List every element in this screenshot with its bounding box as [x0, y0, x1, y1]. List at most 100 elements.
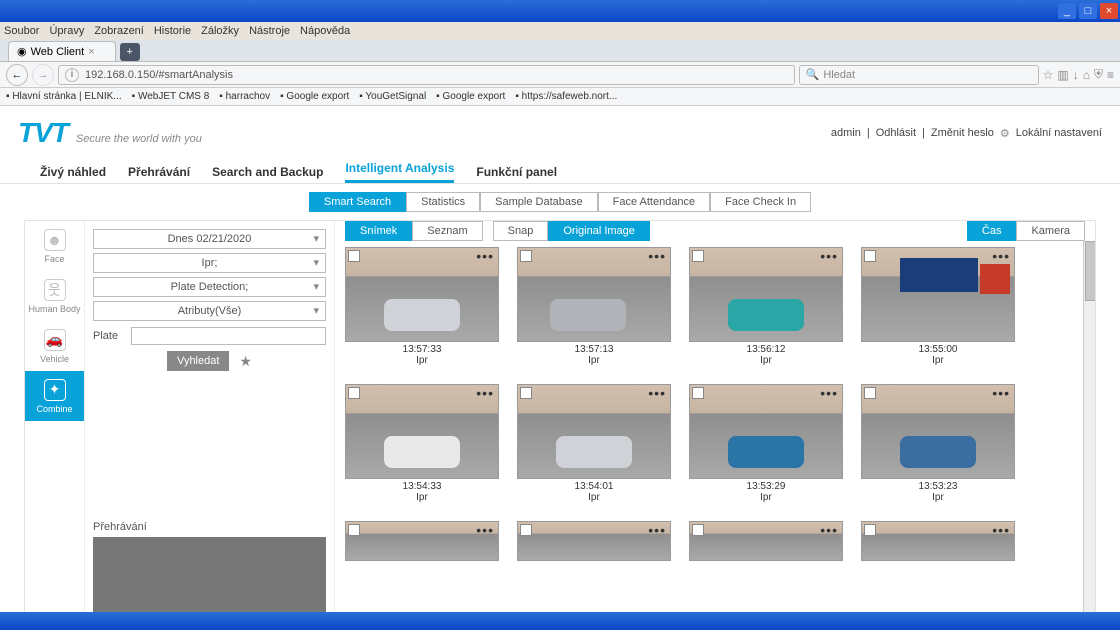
nav-item[interactable]: Přehrávání: [128, 165, 190, 179]
logout-link[interactable]: Odhlásit: [876, 127, 916, 139]
os-taskbar[interactable]: [0, 612, 1120, 630]
sidebar-item[interactable]: ☻Face: [25, 221, 84, 271]
bookmark-item[interactable]: ▪ https://safeweb.nort...: [515, 91, 617, 102]
gear-icon[interactable]: ⚙: [1000, 127, 1010, 140]
view-pill[interactable]: Seznam: [412, 221, 482, 241]
thumbnail[interactable]: •••: [861, 384, 1015, 479]
plate-input[interactable]: [131, 327, 326, 345]
tab-close-icon[interactable]: ×: [88, 46, 94, 58]
view-pill[interactable]: Snímek: [345, 221, 412, 241]
card-menu-icon[interactable]: •••: [648, 385, 666, 401]
checkbox[interactable]: [692, 524, 704, 536]
result-card[interactable]: ••• 13:53:29 Ipr: [689, 384, 843, 503]
view-pill[interactable]: Original Image: [548, 221, 650, 241]
url-field[interactable]: i 192.168.0.150/#smartAnalysis: [58, 65, 795, 85]
thumbnail[interactable]: •••: [689, 247, 843, 342]
browser-search[interactable]: 🔍 Hledat: [799, 65, 1039, 85]
checkbox[interactable]: [520, 387, 532, 399]
bookmark-item[interactable]: ▪ Google export: [436, 91, 505, 102]
changepass-link[interactable]: Změnit heslo: [931, 127, 994, 139]
nav-fwd-button[interactable]: →: [32, 64, 54, 86]
camera-select[interactable]: Ipr;: [93, 253, 326, 273]
card-menu-icon[interactable]: •••: [648, 248, 666, 264]
subtab[interactable]: Face Attendance: [598, 192, 711, 212]
card-menu-icon[interactable]: •••: [820, 522, 838, 538]
checkbox[interactable]: [520, 250, 532, 262]
result-card[interactable]: ••• 13:57:33 Ipr: [345, 247, 499, 366]
os-maximize[interactable]: □: [1079, 3, 1097, 19]
thumbnail[interactable]: •••: [345, 247, 499, 342]
checkbox[interactable]: [348, 250, 360, 262]
card-menu-icon[interactable]: •••: [476, 522, 494, 538]
result-card[interactable]: ••• 13:53:23 Ipr: [861, 384, 1015, 503]
card-menu-icon[interactable]: •••: [648, 522, 666, 538]
detection-select[interactable]: Plate Detection;: [93, 277, 326, 297]
view-pill[interactable]: Kamera: [1016, 221, 1085, 241]
nav-item[interactable]: Funkční panel: [476, 165, 557, 179]
nav-item[interactable]: Intelligent Analysis: [345, 161, 454, 183]
checkbox[interactable]: [348, 387, 360, 399]
subtab[interactable]: Face Check In: [710, 192, 811, 212]
browser-tabstrip[interactable]: ◉ Web Client × +: [0, 40, 1120, 62]
browser-tab[interactable]: ◉ Web Client ×: [8, 41, 116, 61]
thumbnail[interactable]: •••: [861, 247, 1015, 342]
search-button[interactable]: Vyhledat: [167, 351, 229, 371]
nav-back-button[interactable]: ←: [6, 64, 28, 86]
thumbnail[interactable]: •••: [345, 521, 499, 561]
result-card[interactable]: ••• 13:54:33 Ipr: [345, 384, 499, 503]
result-card[interactable]: •••: [517, 521, 671, 561]
main-nav[interactable]: Živý náhledPřehráváníSearch and BackupIn…: [0, 160, 1120, 184]
scrollbar[interactable]: [1083, 241, 1095, 612]
nav-item[interactable]: Search and Backup: [212, 165, 323, 179]
bookmark-item[interactable]: ▪ YouGetSignal: [359, 91, 426, 102]
thumbnail[interactable]: •••: [517, 247, 671, 342]
checkbox[interactable]: [692, 387, 704, 399]
thumbnail[interactable]: •••: [345, 384, 499, 479]
os-close[interactable]: ×: [1100, 3, 1118, 19]
menu-item[interactable]: Soubor: [4, 25, 39, 37]
subtab[interactable]: Smart Search: [309, 192, 406, 212]
new-tab-button[interactable]: +: [120, 43, 140, 61]
card-menu-icon[interactable]: •••: [992, 522, 1010, 538]
date-select[interactable]: Dnes 02/21/2020: [93, 229, 326, 249]
checkbox[interactable]: [520, 524, 532, 536]
bookmark-item[interactable]: ▪ Google export: [280, 91, 349, 102]
menu-item[interactable]: Záložky: [201, 25, 239, 37]
bookmark-bar[interactable]: ▪ Hlavní stránka | ELNIK...▪ WebJET CMS …: [0, 88, 1120, 106]
result-card[interactable]: ••• 13:56:12 Ipr: [689, 247, 843, 366]
subtab[interactable]: Sample Database: [480, 192, 597, 212]
sidebar-item[interactable]: 웃Human Body: [25, 271, 84, 321]
checkbox[interactable]: [864, 387, 876, 399]
download-icon[interactable]: ↓: [1073, 68, 1079, 82]
subtab[interactable]: Statistics: [406, 192, 480, 212]
shield-icon[interactable]: ⛨: [1094, 67, 1103, 82]
result-card[interactable]: •••: [861, 521, 1015, 561]
bookmark-item[interactable]: ▪ harrachov: [219, 91, 270, 102]
subtabs[interactable]: Smart SearchStatisticsSample DatabaseFac…: [0, 184, 1120, 220]
checkbox[interactable]: [692, 250, 704, 262]
checkbox[interactable]: [864, 524, 876, 536]
os-minimize[interactable]: _: [1058, 3, 1076, 19]
bookmark-item[interactable]: ▪ WebJET CMS 8: [132, 91, 210, 102]
menu-item[interactable]: Nápověda: [300, 25, 350, 37]
browser-menu[interactable]: SouborÚpravyZobrazeníHistorieZáložkyNást…: [0, 22, 1120, 40]
card-menu-icon[interactable]: •••: [476, 385, 494, 401]
thumbnail[interactable]: •••: [517, 384, 671, 479]
card-menu-icon[interactable]: •••: [820, 248, 838, 264]
view-pill[interactable]: Čas: [967, 221, 1017, 241]
result-card[interactable]: ••• 13:57:13 Ipr: [517, 247, 671, 366]
playback-viewport[interactable]: [93, 537, 326, 612]
checkbox[interactable]: [864, 250, 876, 262]
sidebar-item[interactable]: ✦Combine: [25, 371, 84, 421]
card-menu-icon[interactable]: •••: [820, 385, 838, 401]
hamburger-icon[interactable]: ≡: [1107, 68, 1114, 82]
menu-item[interactable]: Historie: [154, 25, 191, 37]
sidebar-item[interactable]: 🚗Vehicle: [25, 321, 84, 371]
menu-item[interactable]: Zobrazení: [94, 25, 144, 37]
bookmark-star-icon[interactable]: ☆: [1043, 68, 1054, 82]
checkbox[interactable]: [348, 524, 360, 536]
localsettings-link[interactable]: Lokální nastavení: [1016, 127, 1102, 139]
home-icon[interactable]: ⌂: [1083, 68, 1090, 82]
result-card[interactable]: •••: [689, 521, 843, 561]
result-card[interactable]: •••: [345, 521, 499, 561]
